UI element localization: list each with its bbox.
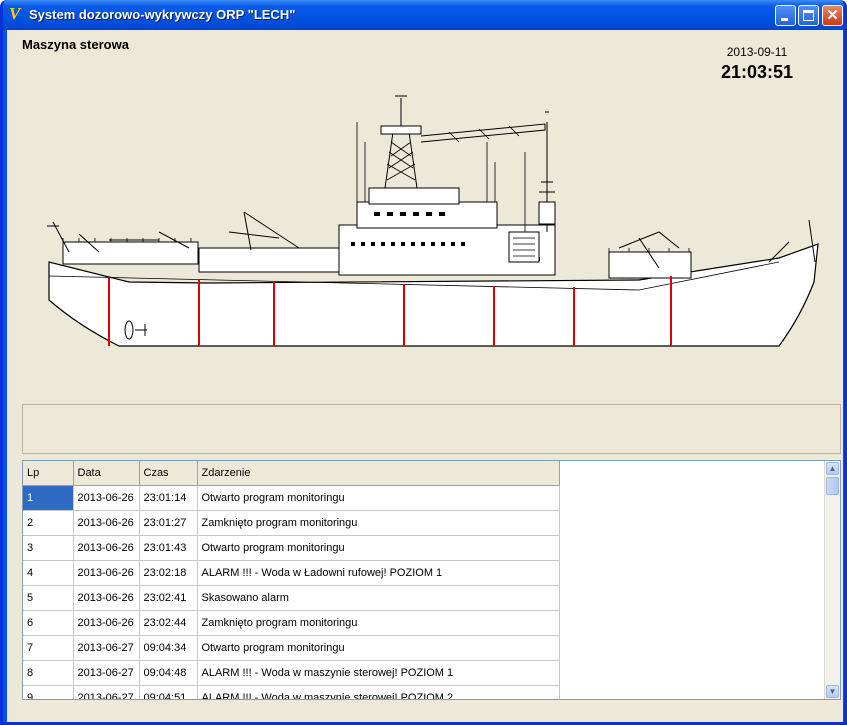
maximize-icon — [803, 10, 814, 21]
cell-event[interactable]: Otwarto program monitoringu — [197, 535, 560, 561]
cell-time[interactable]: 23:02:44 — [139, 610, 198, 636]
mid-crane — [228, 211, 300, 251]
cell-date[interactable]: 2013-06-27 — [73, 685, 140, 699]
cell-date[interactable]: 2013-06-27 — [73, 660, 140, 686]
table-row[interactable]: 8 2013-06-27 09:04:48 ALARM !!! - Woda w… — [23, 660, 560, 686]
scroll-up-button[interactable]: ▲ — [826, 462, 839, 475]
cell-event[interactable]: ALARM !!! - Woda w maszynie sterowej! PO… — [197, 660, 560, 686]
chevron-up-icon: ▲ — [828, 464, 837, 473]
column-header-lp[interactable]: Lp — [23, 461, 74, 486]
cell-lp[interactable]: 8 — [23, 660, 74, 686]
app-logo-icon[interactable]: V — [9, 5, 25, 22]
forward-deckhouse — [608, 251, 692, 279]
cell-lp[interactable]: 9 — [23, 685, 74, 699]
table-row[interactable]: 9 2013-06-27 09:04:51 ALARM !!! - Woda w… — [23, 685, 560, 699]
column-header-data[interactable]: Data — [73, 461, 140, 486]
cell-lp[interactable]: 2 — [23, 510, 74, 536]
table-row[interactable]: 5 2013-06-26 23:02:41 Skasowano alarm — [23, 585, 560, 611]
cell-date[interactable]: 2013-06-27 — [73, 635, 140, 661]
cell-date[interactable]: 2013-06-26 — [73, 610, 140, 636]
scroll-down-button[interactable]: ▼ — [826, 685, 839, 698]
cell-time[interactable]: 23:02:18 — [139, 560, 198, 586]
cell-time[interactable]: 09:04:51 — [139, 685, 198, 699]
ship-diagram — [47, 95, 819, 347]
minimize-icon — [781, 18, 788, 21]
cell-date[interactable]: 2013-06-26 — [73, 510, 140, 536]
minimize-button[interactable] — [775, 5, 796, 26]
cell-date[interactable]: 2013-06-26 — [73, 560, 140, 586]
cell-date[interactable]: 2013-06-26 — [73, 585, 140, 611]
cell-event[interactable]: Zamknięto program monitoringu — [197, 510, 560, 536]
cell-lp[interactable]: 7 — [23, 635, 74, 661]
cell-time[interactable]: 09:04:48 — [139, 660, 198, 686]
cell-time[interactable]: 23:01:27 — [139, 510, 198, 536]
page-title: Maszyna sterowa — [22, 37, 129, 52]
cell-lp[interactable]: 5 — [23, 585, 74, 611]
status-panel — [22, 404, 841, 454]
table-header: Lp Data Czas Zdarzenie — [23, 461, 560, 486]
cell-date[interactable]: 2013-06-26 — [73, 535, 140, 561]
maximize-button[interactable] — [798, 5, 819, 26]
cell-lp[interactable]: 1 — [23, 485, 74, 511]
table-row[interactable]: 3 2013-06-26 23:01:43 Otwarto program mo… — [23, 535, 560, 561]
event-log[interactable]: Lp Data Czas Zdarzenie 1 2013-06-26 23:0… — [22, 460, 841, 700]
cell-event[interactable]: ALARM !!! - Woda w Ładowni rufowej! POZI… — [197, 560, 560, 586]
close-button[interactable]: ✕ — [822, 5, 843, 26]
client-area: Maszyna sterowa 2013-09-11 21:03:51 Lp D… — [7, 30, 843, 722]
cell-time[interactable]: 23:01:43 — [139, 535, 198, 561]
bridge-top — [368, 187, 460, 205]
cell-event[interactable]: Otwarto program monitoringu — [197, 635, 560, 661]
current-time: 21:03:51 — [720, 62, 794, 82]
column-header-czas[interactable]: Czas — [139, 461, 198, 486]
midship-deckhouse — [198, 247, 345, 273]
table-row[interactable]: 2 2013-06-26 23:01:27 Zamknięto program … — [23, 510, 560, 536]
cell-time[interactable]: 09:04:34 — [139, 635, 198, 661]
chevron-down-icon: ▼ — [828, 687, 837, 696]
cell-event[interactable]: Zamknięto program monitoringu — [197, 610, 560, 636]
table-row[interactable]: 4 2013-06-26 23:02:18 ALARM !!! - Woda w… — [23, 560, 560, 586]
current-date: 2013-09-11 — [726, 45, 788, 59]
cell-lp[interactable]: 4 — [23, 560, 74, 586]
event-table: Lp Data Czas Zdarzenie 1 2013-06-26 23:0… — [23, 461, 560, 699]
aft-deckhouse — [62, 241, 199, 265]
title-bar[interactable]: V System dozorowo-wykrywczy ORP "LECH" ✕ — [3, 0, 844, 30]
table-row[interactable]: 6 2013-06-26 23:02:44 Zamknięto program … — [23, 610, 560, 636]
vertical-scrollbar[interactable]: ▲ ▼ — [824, 461, 840, 699]
table-row[interactable]: 7 2013-06-27 09:04:34 Otwarto program mo… — [23, 635, 560, 661]
cell-event[interactable]: ALARM !!! - Woda w maszynie sterowej! PO… — [197, 685, 560, 699]
window-title: System dozorowo-wykrywczy ORP "LECH" — [29, 7, 296, 22]
cell-time[interactable]: 23:02:41 — [139, 585, 198, 611]
cell-event[interactable]: Otwarto program monitoringu — [197, 485, 560, 511]
close-icon: ✕ — [826, 7, 839, 24]
cell-date[interactable]: 2013-06-26 — [73, 485, 140, 511]
cell-lp[interactable]: 3 — [23, 535, 74, 561]
app-window: V System dozorowo-wykrywczy ORP "LECH" ✕… — [0, 0, 847, 725]
table-row[interactable]: 1 2013-06-26 23:01:14 Otwarto program mo… — [23, 485, 560, 511]
cell-event[interactable]: Skasowano alarm — [197, 585, 560, 611]
column-header-zdarzenie[interactable]: Zdarzenie — [197, 461, 560, 486]
funnel — [508, 231, 540, 263]
cell-lp[interactable]: 6 — [23, 610, 74, 636]
cell-time[interactable]: 23:01:14 — [139, 485, 198, 511]
scroll-thumb[interactable] — [826, 477, 839, 495]
